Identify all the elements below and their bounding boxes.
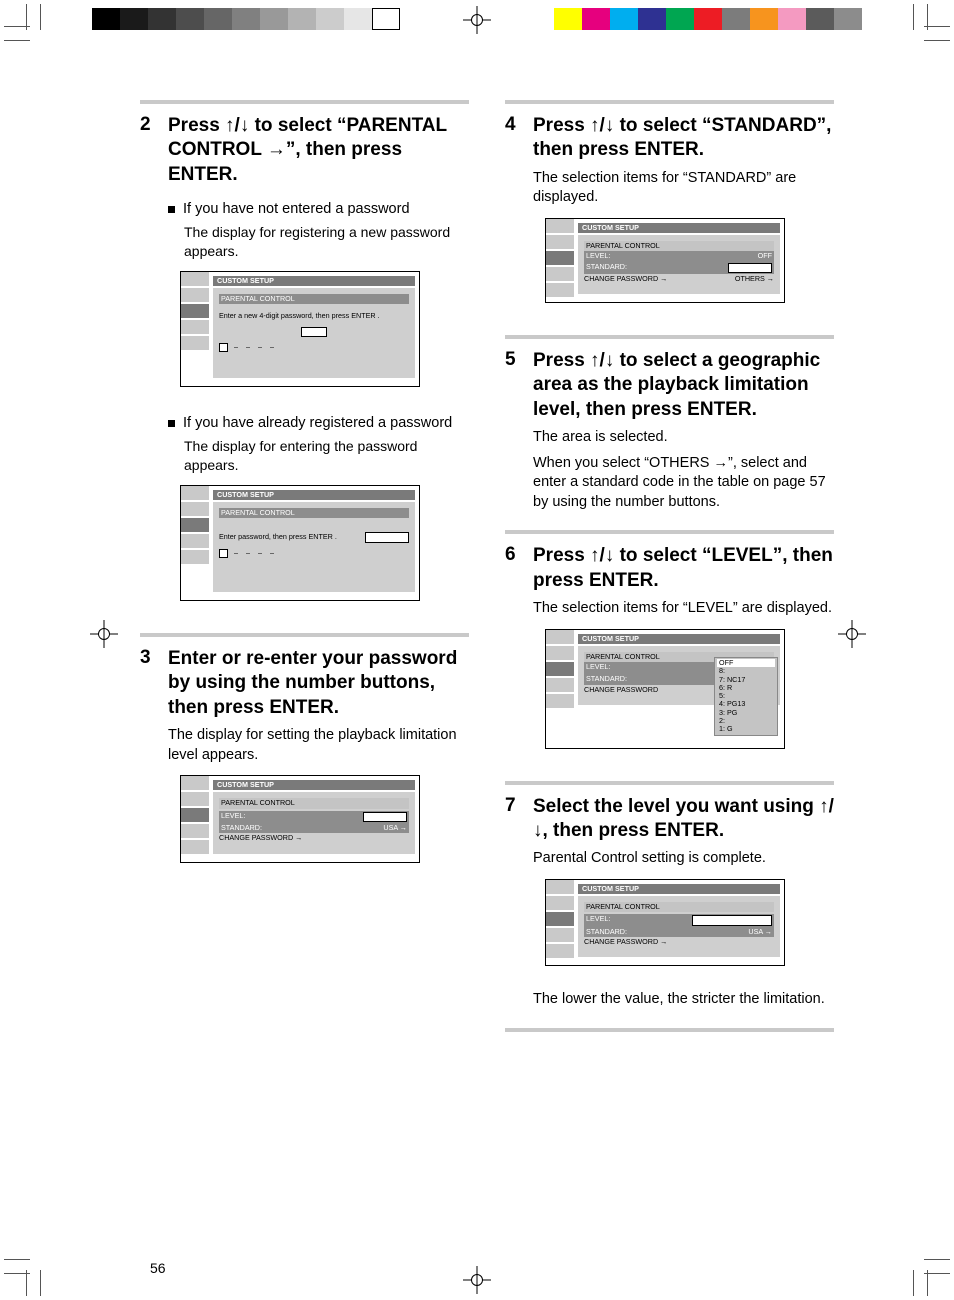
- crop-mark-tl: [4, 4, 52, 52]
- step-subtext: The selection items for “STANDARD” are d…: [533, 169, 834, 208]
- step-instruction: Press ↑/↓ to select “STANDARD”, then pre…: [533, 114, 834, 163]
- osd-title: CUSTOM SETUP: [213, 490, 415, 500]
- step-2-bullets: If you have not entered a password The d…: [168, 195, 469, 261]
- osd-title: CUSTOM SETUP: [578, 223, 780, 233]
- osd-level-dropdown: OFF 8: 7: NC17 6: R 5: 4: PG13 3: PG 2: …: [714, 657, 778, 736]
- bullet-text: If you have already registered a passwor…: [183, 415, 452, 431]
- step-instruction: Press ↑/↓ to select “PARENTAL CONTROL →”…: [168, 114, 469, 187]
- osd-option: 3: PG: [717, 709, 775, 717]
- registration-mark-right: [838, 620, 866, 648]
- osd-row: CHANGE PASSWORD →: [584, 275, 667, 283]
- step-subtext-2: When you select “OTHERS →”, select and e…: [533, 454, 834, 513]
- osd-caption: Enter a new 4-digit password, then press…: [219, 312, 409, 320]
- step-number: 5: [505, 349, 523, 422]
- osd-value: USA: [728, 263, 772, 273]
- osd-label: LEVEL:: [586, 663, 610, 673]
- step-4: 4 Press ↑/↓ to select “STANDARD”, then p…: [505, 114, 834, 163]
- step-tail-text: The lower the value, the stricter the li…: [533, 990, 834, 1010]
- osd-title: CUSTOM SETUP: [578, 884, 780, 894]
- step-subtext: Parental Control setting is complete.: [533, 849, 834, 869]
- osd-option: OFF: [717, 659, 775, 667]
- crop-mark-bl: [4, 1248, 52, 1296]
- osd-row: CHANGE PASSWORD →: [219, 833, 409, 843]
- step-subtext: The display for setting the playback lim…: [168, 726, 469, 765]
- step-7: 7 Select the level you want using ↑/↓, t…: [505, 795, 834, 844]
- bullet-subtext: The display for registering a new passwo…: [184, 223, 469, 261]
- osd-label: LEVEL:: [586, 252, 610, 260]
- checkbox-icon: [219, 549, 228, 558]
- osd-screenshot-new-password: CUSTOM SETUP PARENTAL CONTROL Enter a ne…: [180, 271, 420, 387]
- osd-row: PARENTAL CONTROL: [584, 241, 774, 251]
- bullet-text: If you have not entered a password: [183, 201, 410, 217]
- osd-value: USA →: [383, 824, 407, 832]
- osd-password-dashes: – – – –: [234, 343, 277, 351]
- step-2-bullets-b: If you have already registered a passwor…: [168, 409, 469, 475]
- osd-option: 1: G: [717, 725, 775, 733]
- osd-value: 4: PG13: [692, 915, 772, 925]
- step-number: 3: [140, 647, 158, 720]
- osd-row: CHANGE PASSWORD →: [584, 937, 774, 947]
- step-2: 2 Press ↑/↓ to select “PARENTAL CONTROL …: [140, 114, 469, 187]
- osd-label: STANDARD:: [586, 675, 627, 683]
- osd-value: USA →: [748, 928, 772, 936]
- osd-row: PARENTAL CONTROL: [219, 508, 409, 518]
- osd-label: STANDARD:: [221, 824, 262, 832]
- osd-value: OFF: [363, 812, 407, 822]
- osd-screenshot-standard: CUSTOM SETUP PARENTAL CONTROL LEVEL: OFF…: [545, 218, 785, 303]
- osd-row: PARENTAL CONTROL: [219, 294, 409, 304]
- osd-caption: Enter password, then press ENTER .: [219, 533, 337, 541]
- bullet-subtext: The display for entering the password ap…: [184, 437, 469, 475]
- registration-mark-left: [90, 620, 118, 648]
- step-subtext: The area is selected.: [533, 428, 834, 448]
- osd-screenshot-limit-level: CUSTOM SETUP PARENTAL CONTROL LEVEL: OFF…: [180, 775, 420, 862]
- osd-title: CUSTOM SETUP: [213, 780, 415, 790]
- osd-row: PARENTAL CONTROL: [219, 798, 409, 808]
- step-number: 4: [505, 114, 523, 163]
- gray-colorbar: [92, 8, 400, 30]
- crop-mark-tr: [902, 4, 950, 52]
- step-3: 3 Enter or re-enter your password by usi…: [140, 647, 469, 720]
- osd-label: LEVEL:: [586, 915, 610, 925]
- osd-screenshot-enter-password: CUSTOM SETUP PARENTAL CONTROL Enter pass…: [180, 485, 420, 601]
- step-6: 6 Press ↑/↓ to select “LEVEL”, then pres…: [505, 544, 834, 593]
- osd-label: STANDARD:: [586, 928, 627, 936]
- registration-mark-top: [463, 6, 491, 34]
- color-colorbar: [554, 8, 862, 30]
- osd-title: CUSTOM SETUP: [213, 276, 415, 286]
- step-number: 2: [140, 114, 158, 187]
- osd-label: LEVEL:: [221, 812, 245, 822]
- step-5: 5 Press ↑/↓ to select a geographic area …: [505, 349, 834, 422]
- osd-value: OFF: [758, 252, 772, 260]
- page-number: 56: [150, 1260, 166, 1276]
- step-instruction: Select the level you want using ↑/↓, the…: [533, 795, 834, 844]
- step-subtext: The selection items for “LEVEL” are disp…: [533, 599, 834, 619]
- page-body: 2 Press ↑/↓ to select “PARENTAL CONTROL …: [140, 100, 834, 1240]
- step-instruction: Enter or re-enter your password by using…: [168, 647, 469, 720]
- osd-option: 6: R: [717, 684, 775, 692]
- step-instruction: Press ↑/↓ to select “LEVEL”, then press …: [533, 544, 834, 593]
- registration-mark-bottom: [463, 1266, 491, 1294]
- osd-option: OTHERS →: [735, 275, 774, 283]
- osd-screenshot-level-list: CUSTOM SETUP PARENTAL CONTROL LEVEL: OFF…: [545, 629, 785, 749]
- step-number: 6: [505, 544, 523, 593]
- checkbox-icon: [219, 343, 228, 352]
- osd-screenshot-level-set: CUSTOM SETUP PARENTAL CONTROL LEVEL: 4: …: [545, 879, 785, 966]
- step-instruction: Press ↑/↓ to select a geographic area as…: [533, 349, 834, 422]
- step-number: 7: [505, 795, 523, 844]
- osd-label: STANDARD:: [586, 263, 627, 273]
- osd-password-dashes: – – – –: [234, 549, 277, 557]
- crop-mark-br: [902, 1248, 950, 1296]
- osd-title: CUSTOM SETUP: [578, 634, 780, 644]
- left-column: 2 Press ↑/↓ to select “PARENTAL CONTROL …: [140, 100, 469, 1240]
- osd-row: PARENTAL CONTROL: [584, 902, 774, 912]
- right-column: 4 Press ↑/↓ to select “STANDARD”, then p…: [505, 100, 834, 1240]
